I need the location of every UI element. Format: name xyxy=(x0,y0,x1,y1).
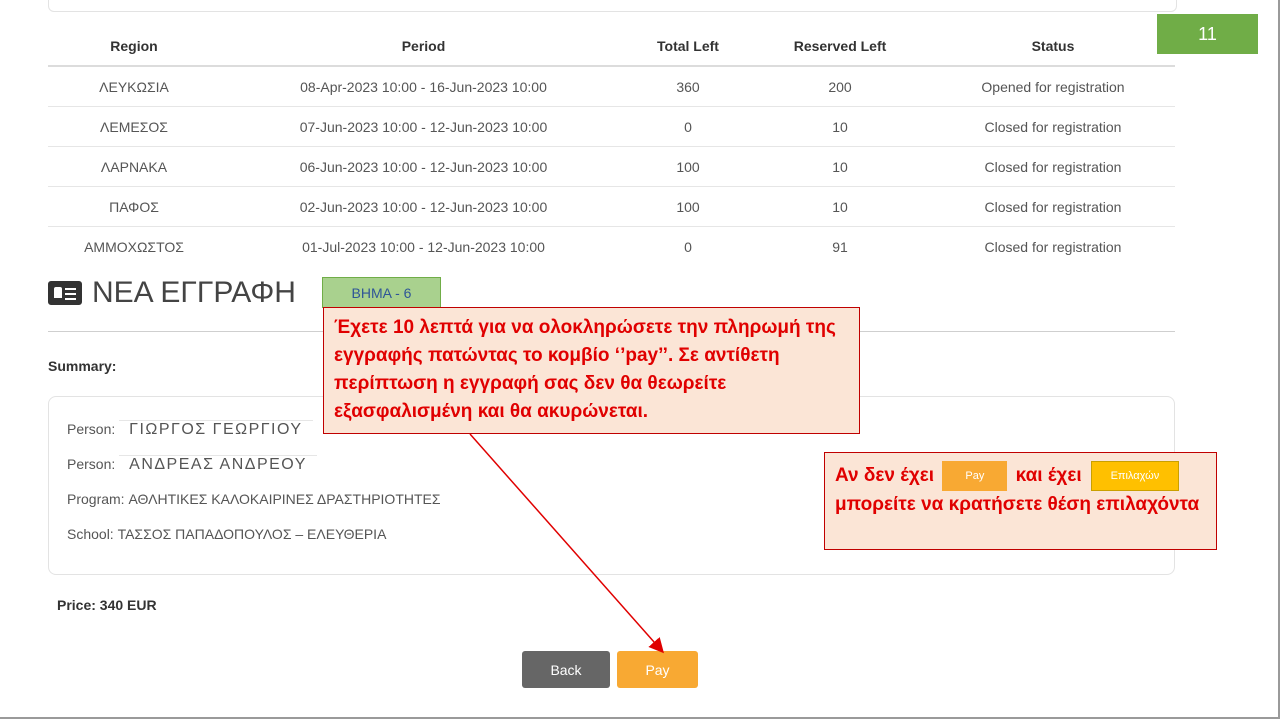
waitlist-callout: Αν δεν έχει Pay και έχει Επιλαχών μπορεί… xyxy=(824,452,1217,550)
payment-time-callout: Έχετε 10 λεπτά για να ολοκληρώσετε την π… xyxy=(323,307,860,434)
waitlist-text-2: και έχει xyxy=(1015,465,1082,487)
waitlist-text-1: Αν δεν έχει xyxy=(835,465,935,487)
waitlist-text-3: μπορείτε να κρατήσετε θέση επιλαχόντα xyxy=(835,494,1200,515)
mini-waitlist-button: Επιλαχών xyxy=(1090,461,1179,491)
mini-pay-button: Pay xyxy=(942,461,1008,491)
